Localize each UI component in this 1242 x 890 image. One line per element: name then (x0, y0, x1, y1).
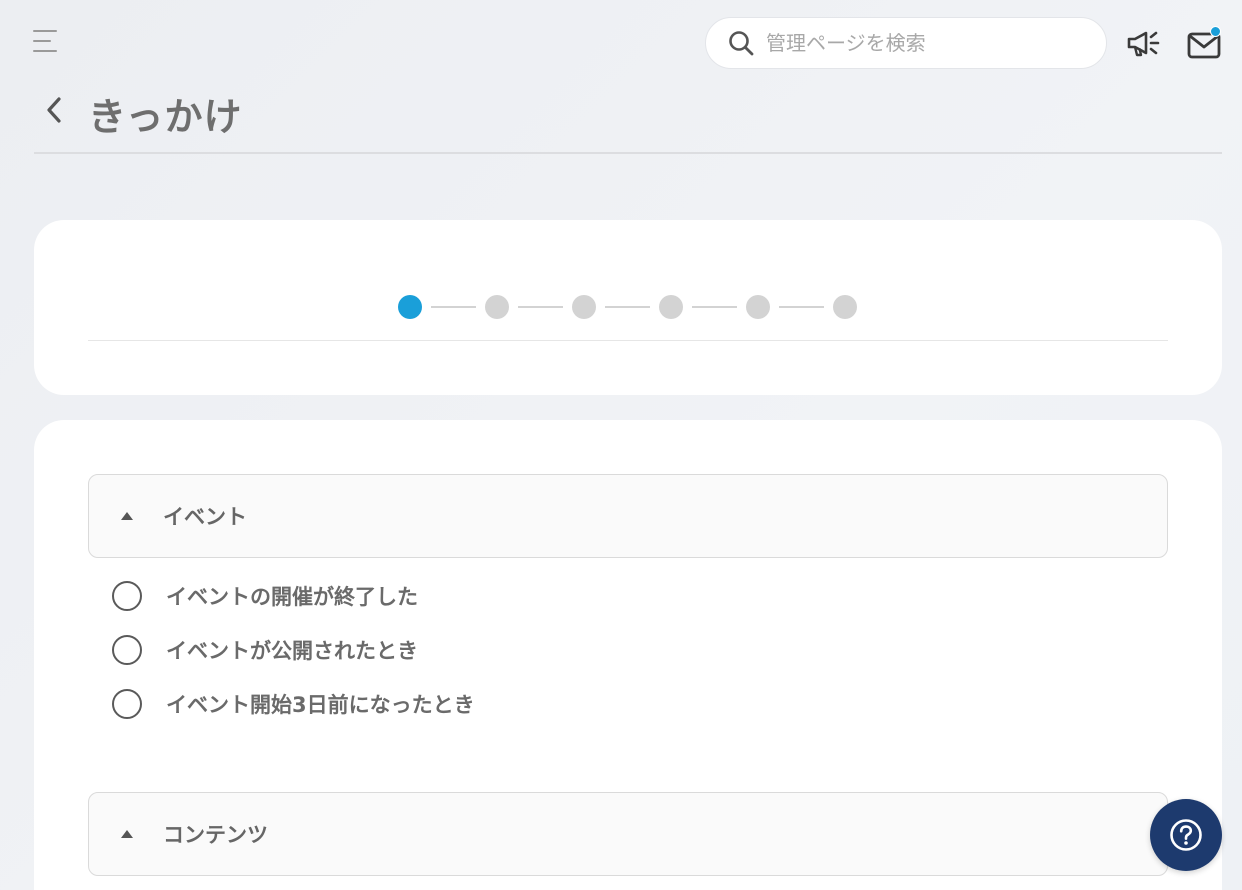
notification-dot (1210, 26, 1221, 37)
title-divider (34, 152, 1222, 154)
option-label: イベント開始3日前になったとき (166, 693, 475, 717)
megaphone-icon[interactable] (1126, 28, 1162, 60)
step-2 (485, 295, 509, 319)
help-button[interactable] (1150, 799, 1222, 871)
option-label: イベントが公開されたとき (166, 639, 418, 663)
section-header-content[interactable]: コンテンツ (88, 792, 1168, 876)
stepper-card (34, 220, 1222, 395)
step-6 (833, 295, 857, 319)
page-root: きっかけ イベント イベントの開催が終了した (0, 0, 1242, 890)
step-connector (431, 306, 476, 308)
step-connector (692, 306, 737, 308)
caret-up-icon (121, 512, 133, 520)
section-header-event[interactable]: イベント (88, 474, 1168, 558)
step-connector (779, 306, 824, 308)
search-input[interactable] (766, 31, 1066, 55)
step-4 (659, 295, 683, 319)
hamburger-menu-icon[interactable] (33, 30, 59, 56)
search-bar[interactable] (705, 17, 1107, 69)
radio-button[interactable] (112, 581, 142, 611)
help-question-icon (1170, 819, 1202, 851)
radio-button[interactable] (112, 635, 142, 665)
option-event-ended[interactable]: イベントの開催が終了した (112, 581, 418, 611)
stepper-divider (88, 340, 1168, 341)
option-event-published[interactable]: イベントが公開されたとき (112, 635, 418, 665)
option-event-3-days-before[interactable]: イベント開始3日前になったとき (112, 689, 475, 719)
radio-button[interactable] (112, 689, 142, 719)
search-icon (729, 31, 754, 56)
step-1 (398, 295, 422, 319)
page-title: きっかけ (88, 95, 243, 139)
option-label: イベントの開催が終了した (166, 585, 418, 609)
section-label: コンテンツ (163, 823, 268, 847)
mail-button[interactable] (1186, 26, 1222, 62)
section-label: イベント (163, 505, 247, 529)
step-connector (518, 306, 563, 308)
trigger-selection-card: イベント イベントの開催が終了した イベントが公開されたとき イベント開始3日前… (34, 420, 1222, 890)
progress-stepper (398, 295, 857, 319)
caret-up-icon (121, 830, 133, 838)
chevron-left-icon[interactable] (40, 94, 70, 126)
step-5 (746, 295, 770, 319)
step-connector (605, 306, 650, 308)
step-3 (572, 295, 596, 319)
